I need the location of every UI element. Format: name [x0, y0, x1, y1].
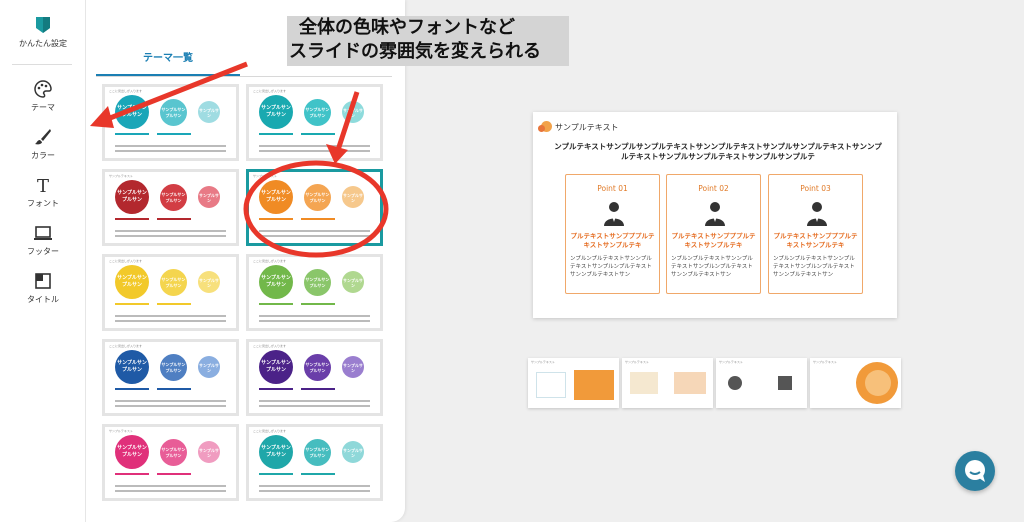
arrow-to-rail [90, 61, 248, 128]
person-icon [604, 202, 624, 226]
mini-block [574, 370, 614, 400]
callout-line-2: スライドの雰囲気を変えられる [289, 41, 541, 62]
person-icon [705, 202, 725, 226]
slide-title: サンプルテキスト [555, 123, 619, 132]
slide-thumbnail[interactable]: サンプルテキスト [622, 358, 713, 408]
slide-thumbnail[interactable]: サンプルテキスト [810, 358, 901, 408]
point-heading: プルテキストサンプププルテキストサンプルテキ [671, 232, 756, 249]
mini-block [536, 372, 566, 398]
point-body: ンプルンプルテキストサンンプルテキストサンプルンプルテキストサンンプルテキストサ… [570, 256, 652, 278]
slide-preview[interactable]: サンプルテキスト ンプルテキストサンプルサンプルテキストサンンプルテキストサンプ… [533, 112, 897, 318]
point-label: Point 02 [698, 184, 729, 193]
slide-lead-text: ンプルテキストサンプルサンプルテキストサンンプルテキストサンプルサンプルテキスト… [554, 142, 882, 161]
person-icon [807, 202, 827, 226]
mini-block [728, 376, 742, 390]
point-label: Point 01 [597, 184, 628, 193]
point-label: Point 03 [800, 184, 831, 193]
point-card: Point 02 プルテキストサンプププルテキストサンプルテキンプルンプルテキスト… [666, 174, 761, 294]
slide-thumbnail[interactable]: サンプルテキスト [528, 358, 619, 408]
point-card: Point 03 プルテキストサンプププルテキストサンプルテキンプルンプルテキスト… [768, 174, 863, 294]
point-heading: プルテキストサンプププルテキストサンプルテキ [773, 232, 858, 249]
mini-block [630, 372, 658, 394]
point-body: ンプルンプルテキストサンンプルテキストサンプルンプルテキストサンンプルテキストサ… [671, 256, 753, 278]
annotation-callout: 全体の色味やフォントなど スライドの雰囲気を変えられる [287, 16, 569, 66]
mini-block [865, 370, 891, 396]
chat-button[interactable] [955, 451, 995, 491]
mini-block [778, 376, 792, 390]
slide-logo-dot [538, 125, 545, 132]
highlight-ellipse [243, 160, 389, 258]
point-card: Point 01 プルテキストサンプププルテキストサンプルテキンプルンプルテキスト… [565, 174, 660, 294]
mini-header: サンプルテキスト [625, 360, 649, 364]
slide-thumbnail[interactable]: サンプルテキスト [716, 358, 807, 408]
point-heading: プルテキストサンプププルテキストサンプルテキ [570, 232, 655, 249]
point-body: ンプルンプルテキストサンンプルテキストサンプルンプルテキストサンンプルテキストサ… [773, 256, 855, 278]
arrow-to-theme [326, 91, 360, 164]
mini-header: サンプルテキスト [719, 360, 743, 364]
mini-header: サンプルテキスト [531, 360, 555, 364]
chat-bubble-icon [965, 460, 985, 482]
mini-block [674, 372, 706, 394]
mini-header: サンプルテキスト [813, 360, 837, 364]
callout-line-1: 全体の色味やフォントなど [299, 17, 515, 38]
